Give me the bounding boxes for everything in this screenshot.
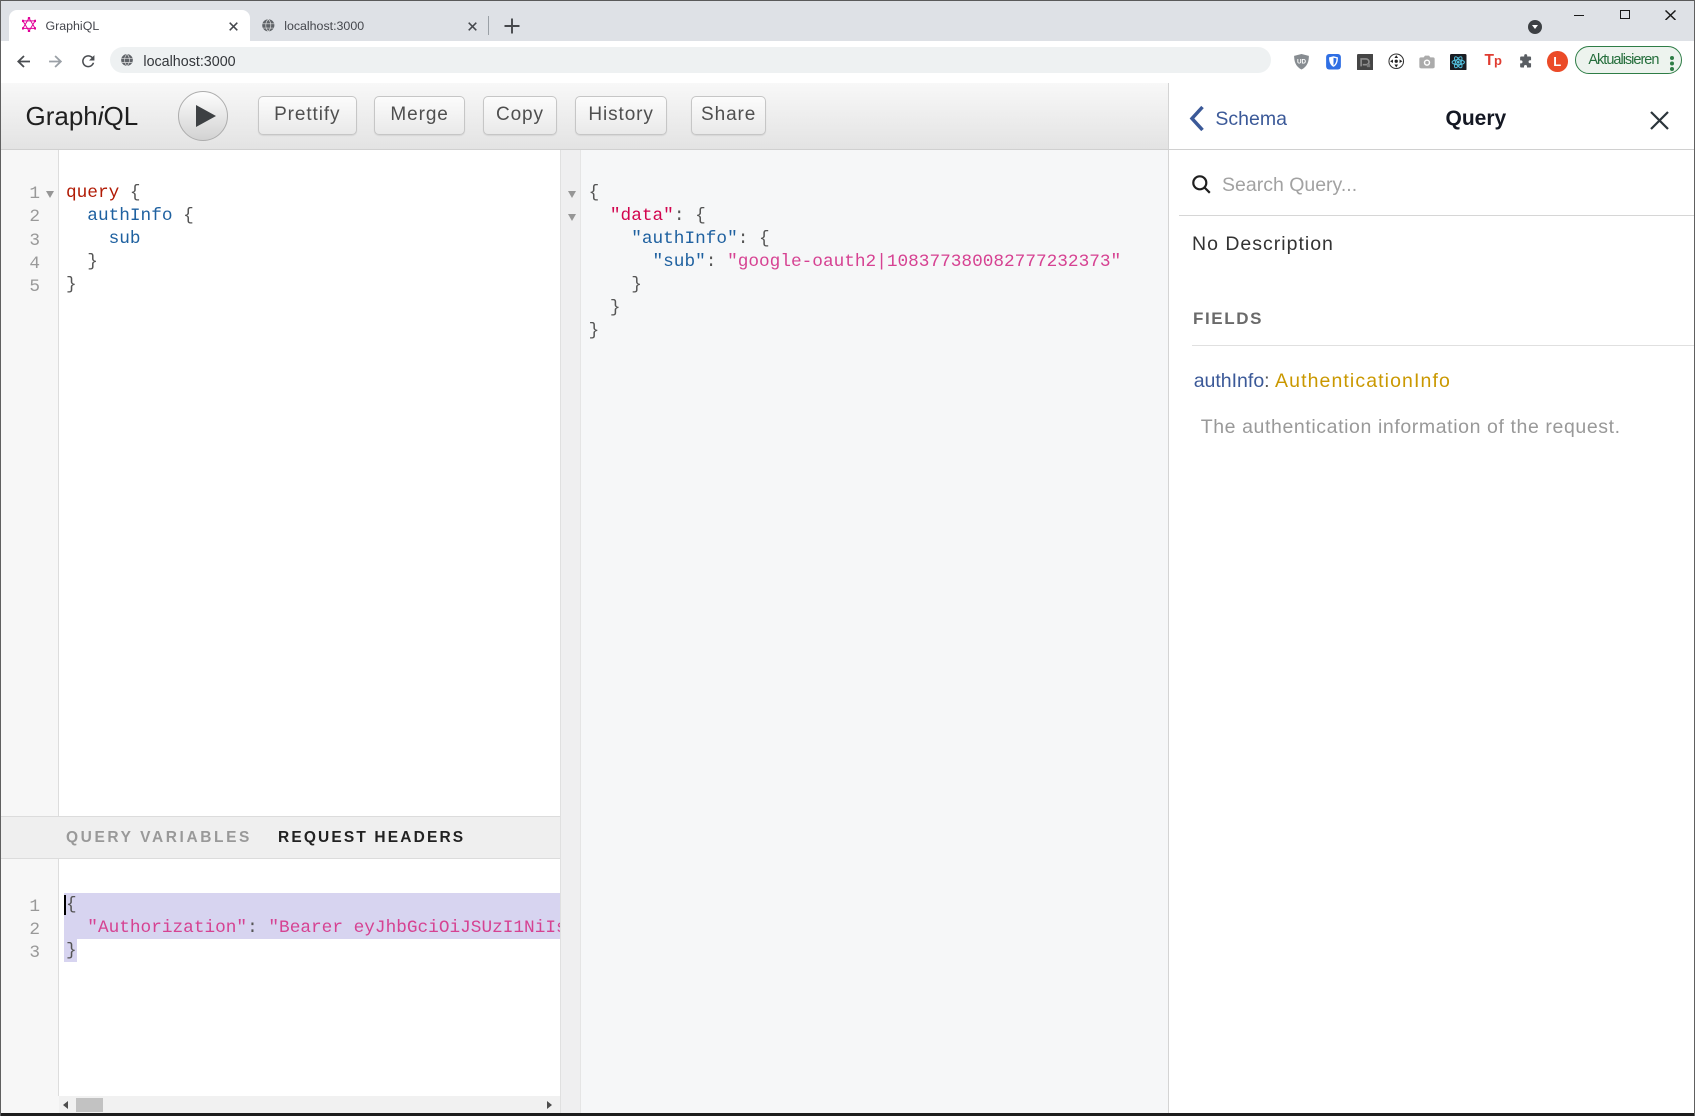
svg-text:UD: UD — [1296, 58, 1306, 65]
